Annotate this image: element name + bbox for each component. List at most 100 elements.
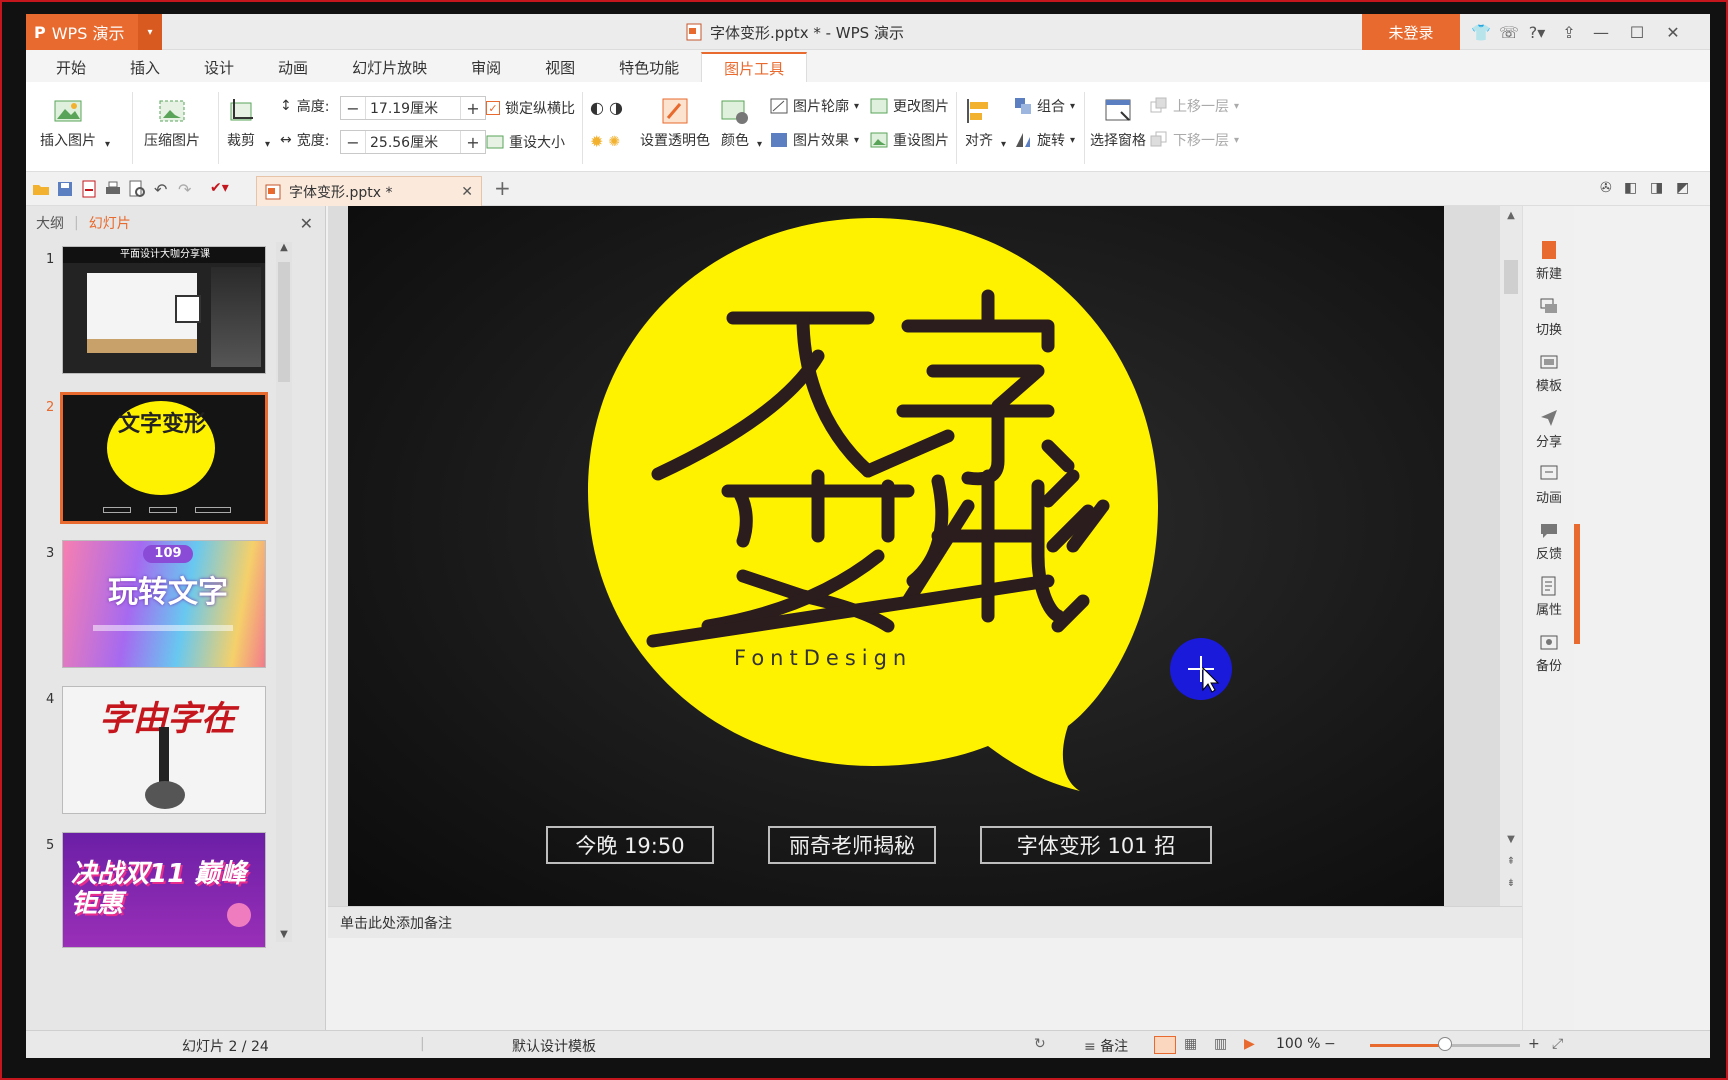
slide-thumbnail-2[interactable]: 文字变形 [60, 392, 268, 524]
brightness-down-icon[interactable]: ✺ [608, 134, 620, 150]
print-icon[interactable] [104, 180, 122, 198]
scroll-down-icon[interactable]: ▼ [276, 929, 292, 940]
current-slide[interactable]: FontDesign 今晚 19:50 丽奇老师揭秘 字体变形 101 招 [348, 206, 1444, 906]
tab-slideshow[interactable]: 幻灯片放映 [330, 52, 449, 82]
tab-picture-tools[interactable]: 图片工具 [701, 52, 808, 82]
close-tab-icon[interactable]: ✕ [461, 184, 473, 200]
slide-thumbnail-4[interactable]: 字由字在 [62, 686, 266, 814]
tools-icon-2[interactable]: ◨ [1650, 180, 1668, 198]
picture-effect-button[interactable]: 图片效果 ▾ [770, 130, 859, 150]
bring-forward-button[interactable]: 上移一层 ▾ [1150, 96, 1239, 116]
scroll-up-icon[interactable]: ▲ [276, 242, 292, 253]
new-tab-icon[interactable]: + [494, 176, 511, 200]
tab-special[interactable]: 特色功能 [597, 52, 701, 82]
skin-icon[interactable]: 👕 [1466, 14, 1496, 50]
picture-outline-button[interactable]: 图片轮廓 ▾ [770, 96, 859, 116]
contrast-down-icon[interactable]: ◑ [609, 98, 623, 117]
slide-thumbnail-1[interactable]: 平面设计大咖分享课 [62, 246, 266, 374]
fit-window-icon[interactable]: ⤢ [1552, 1036, 1563, 1052]
slide-thumbnail-3[interactable]: 109 玩转文字 [62, 540, 266, 668]
plus-icon[interactable]: + [461, 131, 485, 153]
group-button[interactable]: 组合 ▾ [1014, 96, 1075, 116]
help-icon[interactable]: ?▾ [1522, 14, 1552, 50]
redo-icon[interactable]: ↷ [178, 180, 196, 199]
wps-app-menu-button[interactable]: P WPS 演示 ▾ [26, 14, 162, 50]
zoom-out-icon[interactable]: − [1324, 1036, 1336, 1052]
zoom-slider-handle[interactable] [1438, 1037, 1452, 1051]
send-backward-button[interactable]: 下移一层 ▾ [1150, 130, 1239, 150]
minus-icon[interactable]: − [341, 97, 365, 119]
minus-icon[interactable]: − [341, 131, 365, 153]
contrast-buttons[interactable]: ◐ ◑ [590, 98, 623, 117]
scrollbar-thumb[interactable] [1504, 260, 1518, 294]
color-button[interactable]: 颜色 ▾ [720, 96, 762, 150]
tab-insert[interactable]: 插入 [108, 52, 182, 82]
export-pdf-icon[interactable] [80, 180, 98, 198]
height-field[interactable]: 17.19厘米 [365, 97, 461, 119]
set-transparent-color-button[interactable]: 设置透明色 [640, 96, 710, 150]
slide-thumbnail-5[interactable]: 决战双11 巅峰钜惠 [62, 832, 266, 948]
previous-slide-icon[interactable]: ⇞ [1500, 856, 1522, 867]
scroll-down-icon[interactable]: ▼ [1500, 834, 1522, 845]
reading-view-icon[interactable]: ▥ [1214, 1036, 1227, 1052]
pin-icon[interactable]: ✇ [1600, 180, 1618, 198]
width-spinner[interactable]: −25.56厘米 + [340, 130, 486, 154]
minimize-icon[interactable]: — [1586, 14, 1616, 50]
undo-icon[interactable]: ↶ [154, 180, 172, 199]
reset-picture-button[interactable]: 重设图片 [870, 130, 949, 150]
upload-icon[interactable]: ⇪ [1554, 14, 1584, 50]
contrast-up-icon[interactable]: ◐ [590, 98, 604, 117]
task-pane-collapse-handle[interactable] [1574, 524, 1580, 644]
feedback-icon[interactable]: ☏ [1494, 14, 1524, 50]
task-new-button[interactable]: 新建 [1523, 240, 1575, 282]
tab-slides[interactable]: 幻灯片 [89, 213, 131, 233]
slide-sorter-view-icon[interactable]: ▦ [1184, 1036, 1197, 1052]
notes-toggle[interactable]: ≡ 备注 [1084, 1036, 1128, 1056]
scroll-up-icon[interactable]: ▲ [1500, 210, 1522, 221]
task-switch-button[interactable]: 切换 [1523, 296, 1575, 338]
next-slide-icon[interactable]: ⇟ [1500, 878, 1522, 889]
task-share-button[interactable]: 分享 [1523, 408, 1575, 450]
tab-outline[interactable]: 大纲 [36, 213, 64, 233]
close-icon[interactable]: ✕ [1658, 14, 1688, 50]
chevron-down-icon[interactable]: ▾ [138, 14, 162, 50]
selection-pane-button[interactable]: 选择窗格 [1090, 96, 1146, 150]
compress-picture-button[interactable]: 压缩图片 [144, 96, 200, 150]
maximize-icon[interactable]: ☐ [1622, 14, 1652, 50]
scrollbar-thumb[interactable] [278, 262, 290, 382]
task-feedback-button[interactable]: 反馈 [1523, 520, 1575, 562]
tab-animation[interactable]: 动画 [256, 52, 330, 82]
history-icon[interactable]: ↻ [1034, 1036, 1046, 1052]
tab-view[interactable]: 视图 [523, 52, 597, 82]
tools-icon-3[interactable]: ◩ [1676, 180, 1694, 198]
brightness-buttons[interactable]: ✹ ✺ [590, 132, 620, 151]
slideshow-icon[interactable]: ▶ [1244, 1036, 1255, 1052]
tab-design[interactable]: 设计 [182, 52, 256, 82]
tab-start[interactable]: 开始 [34, 52, 108, 82]
zoom-level[interactable]: 100 % [1276, 1036, 1320, 1052]
task-backup-button[interactable]: 备份 [1523, 632, 1575, 674]
width-field[interactable]: 25.56厘米 [365, 131, 461, 153]
slide-vertical-scrollbar[interactable]: ▲ ▼ ⇞ ⇟ [1500, 206, 1522, 906]
task-properties-button[interactable]: 属性 [1523, 576, 1575, 618]
tools-icon-1[interactable]: ◧ [1624, 180, 1642, 198]
resize-button[interactable]: 重设大小 [486, 132, 565, 152]
plus-icon[interactable]: + [461, 97, 485, 119]
rotate-button[interactable]: 旋转 ▾ [1014, 130, 1075, 150]
close-panel-icon[interactable]: ✕ [300, 214, 313, 233]
thumbnail-scrollbar[interactable]: ▲ ▼ [276, 242, 292, 942]
customize-icon[interactable]: ✔▾ [210, 180, 229, 198]
login-button[interactable]: 未登录 [1362, 14, 1460, 50]
zoom-in-icon[interactable]: + [1528, 1036, 1540, 1052]
open-folder-icon[interactable] [32, 180, 50, 198]
task-template-button[interactable]: 模板 [1523, 352, 1575, 394]
align-button[interactable]: 对齐 ▾ [964, 96, 1006, 150]
brightness-up-icon[interactable]: ✹ [590, 132, 603, 151]
tab-review[interactable]: 审阅 [449, 52, 523, 82]
save-icon[interactable] [56, 180, 74, 198]
notes-pane[interactable]: 单击此处添加备注 [328, 906, 1522, 938]
insert-picture-button[interactable]: 插入图片 ▾ [40, 96, 110, 150]
lock-ratio-checkbox[interactable]: ✓ 锁定纵横比 [486, 98, 575, 118]
print-preview-icon[interactable] [128, 180, 146, 198]
change-picture-button[interactable]: 更改图片 [870, 96, 949, 116]
